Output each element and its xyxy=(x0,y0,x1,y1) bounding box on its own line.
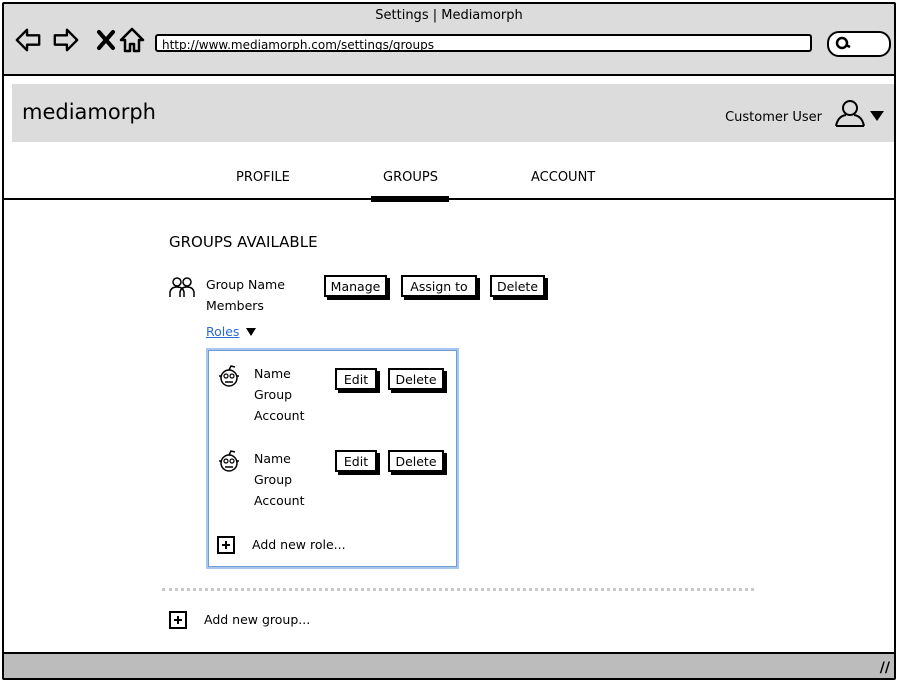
roles-link[interactable]: Roles xyxy=(206,324,239,339)
add-group-link[interactable]: Add new group... xyxy=(204,612,310,627)
role-name: Name xyxy=(254,366,291,381)
window-title: Settings | Mediamorph xyxy=(375,8,523,23)
status-bar: // xyxy=(4,652,894,678)
delete-role-button[interactable]: Delete xyxy=(388,368,444,390)
page-title: GROUPS AVAILABLE xyxy=(169,233,318,251)
group-name: Group Name xyxy=(206,277,285,292)
app-logo[interactable]: mediamorph xyxy=(22,100,156,124)
role-name: Name xyxy=(254,451,291,466)
home-icon[interactable] xyxy=(118,26,146,54)
settings-tabs: PROFILE GROUPS ACCOUNT xyxy=(4,154,894,202)
delete-role-button[interactable]: Delete xyxy=(388,450,444,472)
assign-to-button[interactable]: Assign to xyxy=(401,275,477,297)
edit-role-button[interactable]: Edit xyxy=(335,368,377,390)
address-bar[interactable]: http://www.mediamorph.com/settings/group… xyxy=(155,34,812,52)
add-role-link[interactable]: Add new role... xyxy=(252,537,346,552)
group-icon xyxy=(169,277,195,297)
roles-chevron-down-icon[interactable] xyxy=(246,328,256,336)
role-icon xyxy=(219,450,239,472)
role-group: Group xyxy=(254,472,293,487)
forward-icon[interactable] xyxy=(52,26,80,54)
browser-toolbar: Settings | Mediamorph http://www.mediamo… xyxy=(4,4,894,76)
user-name[interactable]: Customer User xyxy=(725,110,822,125)
role-account: Account xyxy=(254,408,305,423)
tab-profile[interactable]: PROFILE xyxy=(236,170,290,185)
tab-divider xyxy=(4,198,894,200)
tab-account[interactable]: ACCOUNT xyxy=(531,170,595,185)
browser-window: Settings | Mediamorph http://www.mediamo… xyxy=(2,2,896,680)
user-menu-chevron-down-icon[interactable] xyxy=(870,111,884,121)
role-account: Account xyxy=(254,493,305,508)
role-group: Group xyxy=(254,387,293,402)
roles-panel: Name Group Account Edit Delete Name Grou… xyxy=(206,348,459,569)
active-tab-indicator xyxy=(371,196,449,202)
user-icon[interactable] xyxy=(834,98,866,128)
section-divider xyxy=(162,588,754,591)
manage-button[interactable]: Manage xyxy=(324,275,387,297)
delete-group-button[interactable]: Delete xyxy=(490,275,545,297)
search-button[interactable] xyxy=(827,31,891,57)
role-icon xyxy=(219,365,239,387)
resize-grip-icon[interactable]: // xyxy=(880,660,890,676)
group-members: Members xyxy=(206,298,264,313)
search-icon xyxy=(835,36,851,50)
back-icon[interactable] xyxy=(14,26,42,54)
app-header: mediamorph Customer User xyxy=(12,84,894,142)
add-group-plus-icon[interactable] xyxy=(169,611,187,629)
close-icon[interactable] xyxy=(92,26,120,54)
tab-groups[interactable]: GROUPS xyxy=(383,170,438,185)
edit-role-button[interactable]: Edit xyxy=(335,450,377,472)
add-role-plus-icon[interactable] xyxy=(217,536,235,554)
